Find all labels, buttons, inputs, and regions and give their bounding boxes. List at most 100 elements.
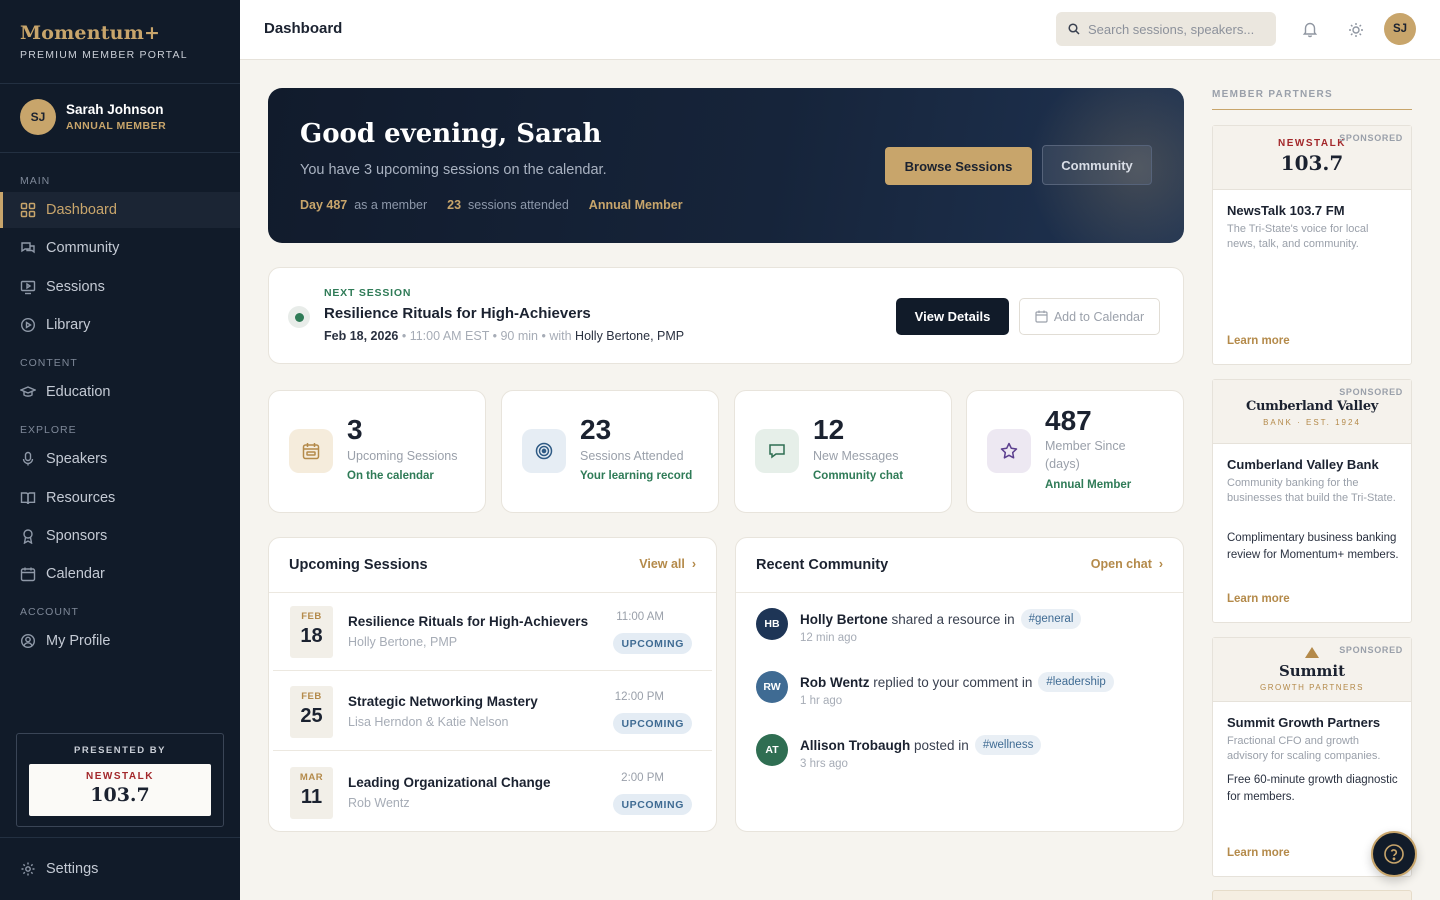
gear-icon <box>20 861 36 877</box>
session-speaker: Holly Bertone, PMP <box>348 635 458 649</box>
user-card[interactable]: SJ Sarah Johnson ANNUAL MEMBER <box>20 99 166 135</box>
settings-label: Settings <box>46 861 99 877</box>
partner-ad-cumberland[interactable]: Cumberland Valley BANK · EST. 1924 SPONS… <box>1212 379 1412 623</box>
sidebar-item-label: Library <box>46 317 91 333</box>
avatar: HB <box>756 608 788 640</box>
stat-label: Member Since (days) <box>1045 439 1126 471</box>
ad-offer: Free 60-minute growth diagnostic for mem… <box>1227 774 1398 803</box>
user-tier: ANNUAL MEMBER <box>66 120 167 132</box>
ad-description: Community banking for the businesses tha… <box>1227 477 1396 504</box>
learn-more-link[interactable]: Learn more <box>1227 335 1290 347</box>
learn-more-link[interactable]: Learn more <box>1227 593 1290 605</box>
feed-item[interactable]: HB Holly Bertone shared a resource in # g… <box>756 608 1166 658</box>
stat-card-attended[interactable]: 23 Sessions Attended Your learning recor… <box>501 390 719 513</box>
graduation-cap-icon <box>20 384 36 400</box>
star-icon <box>987 429 1031 473</box>
stat-card-upcoming[interactable]: 3 Upcoming Sessions On the calendar <box>268 390 486 513</box>
channel-tag[interactable]: # leadership <box>1038 672 1114 692</box>
session-row[interactable]: MAR 11 Leading Organizational Change Rob… <box>273 754 712 832</box>
sidebar-item-label: Resources <box>46 490 116 506</box>
dashboard-grid-icon <box>20 202 36 218</box>
next-session-title: Resilience Rituals for High-Achievers <box>324 305 591 322</box>
stat-card-messages[interactable]: 12 New Messages Community chat <box>734 390 952 513</box>
sidebar-item-calendar[interactable]: Calendar <box>0 556 240 592</box>
ad-description: The Tri-State's voice for local news, ta… <box>1227 223 1369 250</box>
nav-section-content: CONTENT <box>20 357 78 369</box>
view-all-link[interactable]: View all › <box>639 557 696 571</box>
greeting-subtitle: You have 3 upcoming sessions on the cale… <box>300 162 607 178</box>
sponsored-label: SPONSORED <box>1339 133 1403 143</box>
view-details-button[interactable]: View Details <box>896 298 1009 335</box>
session-with: with <box>549 329 572 343</box>
session-title: Strategic Networking Mastery <box>348 694 538 709</box>
ad-name: Summit Growth Partners <box>1227 715 1381 730</box>
stat-footnote: Community chat <box>813 470 904 482</box>
sidebar-item-settings[interactable]: Settings <box>0 851 240 887</box>
session-time: 12:00 PM <box>614 691 664 703</box>
session-speaker: Rob Wentz <box>348 796 410 810</box>
status-badge: UPCOMING <box>613 794 692 815</box>
sidebar-item-community[interactable]: Community <box>0 230 240 266</box>
sessions-count: 23 <box>447 198 462 212</box>
presented-by-box[interactable]: PRESENTED BY NEWSTALK 103.7 <box>16 733 224 827</box>
sponsored-label: SPONSORED <box>1339 387 1403 397</box>
sun-icon[interactable] <box>1347 21 1365 39</box>
upcoming-sessions-title: Upcoming Sessions <box>289 557 428 573</box>
help-button[interactable] <box>1371 831 1417 877</box>
sidebar-item-resources[interactable]: Resources <box>0 480 240 516</box>
sidebar-item-label: Education <box>46 384 111 400</box>
stat-value: 23 <box>580 414 612 445</box>
next-session-label: NEXT SESSION <box>324 287 412 299</box>
calendar-icon <box>1035 310 1048 323</box>
sidebar-item-label: Speakers <box>46 451 108 467</box>
user-name: Sarah Johnson <box>66 102 164 117</box>
sidebar-item-label: Dashboard <box>46 202 117 218</box>
stat-label: New Messages <box>813 449 899 463</box>
add-to-calendar-button[interactable]: Add to Calendar <box>1019 298 1160 335</box>
feed-item[interactable]: AT Allison Trobaugh posted in # wellness … <box>756 734 1166 784</box>
brand-subtitle: PREMIUM MEMBER PORTAL <box>20 49 188 61</box>
sidebar-item-my-profile[interactable]: My Profile <box>0 623 240 659</box>
calendar-icon <box>289 429 333 473</box>
logo-number: 103.7 <box>90 784 150 806</box>
learn-more-link[interactable]: Learn more <box>1227 847 1290 859</box>
search-box[interactable] <box>1056 12 1276 46</box>
sidebar-item-speakers[interactable]: Speakers <box>0 441 240 477</box>
header-avatar[interactable]: SJ <box>1384 13 1416 45</box>
partner-ad-newstalk[interactable]: NEWSTALK 103.7 SPONSORED NewsTalk 103.7 … <box>1212 125 1412 365</box>
channel-tag[interactable]: # wellness <box>974 735 1042 755</box>
sidebar-item-library[interactable]: Library <box>0 307 240 343</box>
stat-card-member-since[interactable]: 487 Member Since (days) Annual Member <box>966 390 1184 513</box>
stat-label: Upcoming Sessions <box>347 449 458 463</box>
sidebar-item-sessions[interactable]: Sessions <box>0 269 240 305</box>
browse-sessions-button[interactable]: Browse Sessions <box>885 147 1032 185</box>
next-session-card: NEXT SESSION Resilience Rituals for High… <box>268 267 1184 364</box>
open-chat-link[interactable]: Open chat › <box>1091 557 1163 571</box>
calendar-icon <box>20 566 36 582</box>
brand[interactable]: Momentum+ PREMIUM MEMBER PORTAL <box>20 22 188 61</box>
divider <box>0 83 240 84</box>
status-badge: UPCOMING <box>613 713 692 734</box>
sessions-text: sessions attended <box>468 198 569 212</box>
divider <box>0 152 240 153</box>
stat-footnote: On the calendar <box>347 470 434 482</box>
date-badge: MAR 11 <box>290 767 333 819</box>
sidebar-item-label: Community <box>46 240 120 256</box>
feed-item[interactable]: RW Rob Wentz replied to your comment in #… <box>756 671 1166 721</box>
sidebar-item-label: Calendar <box>46 566 105 582</box>
channel-tag[interactable]: # general <box>1020 609 1082 629</box>
add-to-calendar-label: Add to Calendar <box>1053 309 1145 324</box>
sidebar-item-dashboard[interactable]: Dashboard <box>0 192 240 228</box>
sidebar-item-sponsors[interactable]: Sponsors <box>0 518 240 554</box>
member-tier: Annual Member <box>588 198 683 212</box>
session-row[interactable]: FEB 25 Strategic Networking Mastery Lisa… <box>273 673 712 751</box>
community-button[interactable]: Community <box>1042 145 1152 185</box>
bell-icon[interactable] <box>1301 20 1319 38</box>
sidebar-item-education[interactable]: Education <box>0 374 240 410</box>
nav-section-account: ACCOUNT <box>20 606 79 618</box>
session-row[interactable]: FEB 18 Resilience Rituals for High-Achie… <box>273 593 712 671</box>
partner-ad-next[interactable] <box>1212 890 1412 900</box>
session-speaker: Lisa Herndon & Katie Nelson <box>348 715 509 729</box>
status-badge: UPCOMING <box>613 633 692 654</box>
search-input[interactable] <box>1088 21 1268 37</box>
